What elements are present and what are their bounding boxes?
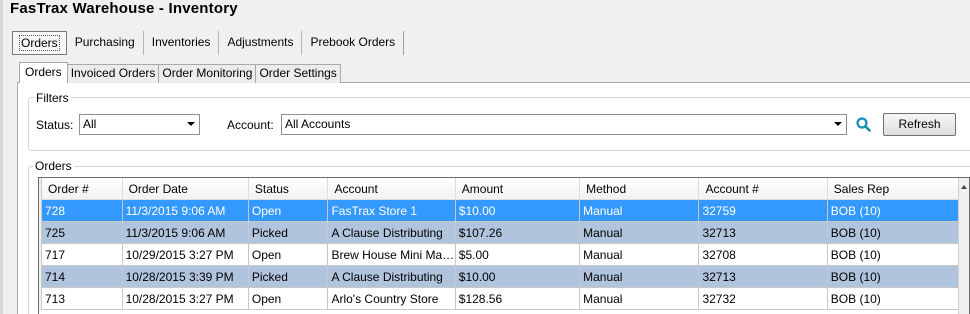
refresh-button[interactable]: Refresh — [883, 113, 956, 136]
account-label: Account: — [227, 118, 274, 132]
tab-inventories[interactable]: Inventories — [144, 31, 220, 55]
cell-method: Manual — [580, 266, 700, 288]
cell-status: Open — [248, 244, 329, 266]
cell-order-number: 714 — [41, 266, 123, 288]
top-tab-strip: Orders Purchasing Inventories Adjustment… — [12, 31, 405, 55]
cell-account: Brew House Mini Mart ... — [328, 244, 456, 266]
status-dropdown[interactable]: All — [79, 114, 200, 135]
tab-label: Orders — [19, 35, 60, 51]
cell-method: Manual — [580, 244, 700, 266]
chevron-down-icon — [834, 122, 842, 126]
cell-account: A Clause Distributing — [328, 266, 456, 288]
app-title: FasTrax Warehouse - Inventory — [10, 0, 238, 17]
cell-amount: $10.00 — [455, 266, 581, 288]
cell-account-number: 32713 — [699, 222, 828, 244]
table-row[interactable]: 725 11/3/2015 9:06 AM Picked A Clause Di… — [39, 222, 969, 244]
cell-account: A Clause Distributing — [328, 222, 456, 244]
cell-amount: $5.00 — [455, 244, 581, 266]
cell-order-number: 713 — [41, 288, 123, 310]
cell-account-number: 32708 — [699, 244, 828, 266]
cell-account-number: 32759 — [699, 200, 828, 222]
cell-account-number: 32713 — [699, 266, 828, 288]
status-value: All — [83, 117, 97, 131]
orders-group-label: Orders — [33, 159, 74, 173]
tab-prebook-orders[interactable]: Prebook Orders — [302, 31, 405, 55]
column-header-status[interactable]: Status — [248, 178, 329, 200]
scroll-up-arrow-icon[interactable] — [961, 185, 967, 189]
cell-amount: $107.26 — [455, 222, 581, 244]
cell-amount: $10.00 — [455, 200, 581, 222]
cell-sales-rep: BOB (10) — [827, 266, 969, 288]
cell-sales-rep: BOB (10) — [827, 288, 969, 310]
cell-account: FasTrax Store 1 — [328, 200, 456, 222]
cell-order-number: 725 — [41, 222, 123, 244]
subtab-order-monitoring[interactable]: Order Monitoring — [158, 64, 257, 83]
cell-order-date: 10/29/2015 3:27 PM — [122, 244, 249, 266]
account-value: All Accounts — [285, 117, 351, 131]
cell-method: Manual — [580, 222, 700, 244]
cell-amount: $128.56 — [455, 288, 581, 310]
cell-method: Manual — [580, 288, 700, 310]
column-header-sales-rep[interactable]: Sales Rep — [827, 178, 969, 200]
cell-status: Picked — [248, 266, 329, 288]
column-header-method[interactable]: Method — [580, 178, 700, 200]
orders-grid[interactable]: Order # Order Date Status Account Amount… — [38, 177, 970, 314]
tab-purchasing[interactable]: Purchasing — [67, 31, 144, 55]
filters-group-label: Filters — [34, 91, 71, 105]
cell-status: Open — [248, 288, 329, 310]
cell-sales-rep: BOB (10) — [827, 244, 969, 266]
chevron-down-icon — [187, 122, 195, 126]
tab-adjustments[interactable]: Adjustments — [219, 31, 303, 55]
column-header-account-number[interactable]: Account # — [699, 178, 828, 200]
status-label: Status: — [36, 118, 74, 132]
cell-sales-rep: BOB (10) — [827, 222, 969, 244]
cell-order-date: 10/28/2015 3:27 PM — [122, 288, 249, 310]
cell-account-number: 32732 — [699, 288, 828, 310]
tab-orders[interactable]: Orders — [12, 31, 67, 55]
cell-order-date: 11/3/2015 9:06 AM — [122, 222, 249, 244]
column-header-amount[interactable]: Amount — [455, 178, 581, 200]
table-row[interactable]: 717 10/29/2015 3:27 PM Open Brew House M… — [39, 244, 969, 266]
sub-tab-strip: Orders Invoiced Orders Order Monitoring … — [19, 62, 341, 83]
subtab-orders[interactable]: Orders — [19, 62, 68, 83]
vertical-scrollbar[interactable] — [958, 178, 969, 314]
grid-header: Order # Order Date Status Account Amount… — [39, 178, 969, 200]
cell-order-date: 11/3/2015 9:06 AM — [122, 200, 249, 222]
table-row[interactable]: 713 10/28/2015 3:27 PM Open Arlo's Count… — [39, 288, 969, 310]
column-header-order-number[interactable]: Order # — [41, 178, 123, 200]
cell-order-date: 10/28/2015 3:39 PM — [122, 266, 249, 288]
table-row[interactable]: 728 11/3/2015 9:06 AM Open FasTrax Store… — [39, 200, 969, 222]
search-icon[interactable] — [855, 116, 873, 134]
cell-status: Open — [248, 200, 329, 222]
column-header-order-date[interactable]: Order Date — [122, 178, 249, 200]
cell-account: Arlo's Country Store — [328, 288, 456, 310]
cell-status: Picked — [248, 222, 329, 244]
cell-sales-rep: BOB (10) — [827, 200, 969, 222]
cell-order-number: 728 — [41, 200, 123, 222]
column-header-account[interactable]: Account — [328, 178, 456, 200]
table-row[interactable]: 714 10/28/2015 3:39 PM Picked A Clause D… — [39, 266, 969, 288]
account-dropdown[interactable]: All Accounts — [281, 114, 847, 135]
cell-method: Manual — [580, 200, 700, 222]
subtab-invoiced-orders[interactable]: Invoiced Orders — [66, 64, 160, 83]
window-left-edge — [0, 0, 3, 314]
subtab-order-settings[interactable]: Order Settings — [255, 64, 341, 83]
cell-order-number: 717 — [41, 244, 123, 266]
